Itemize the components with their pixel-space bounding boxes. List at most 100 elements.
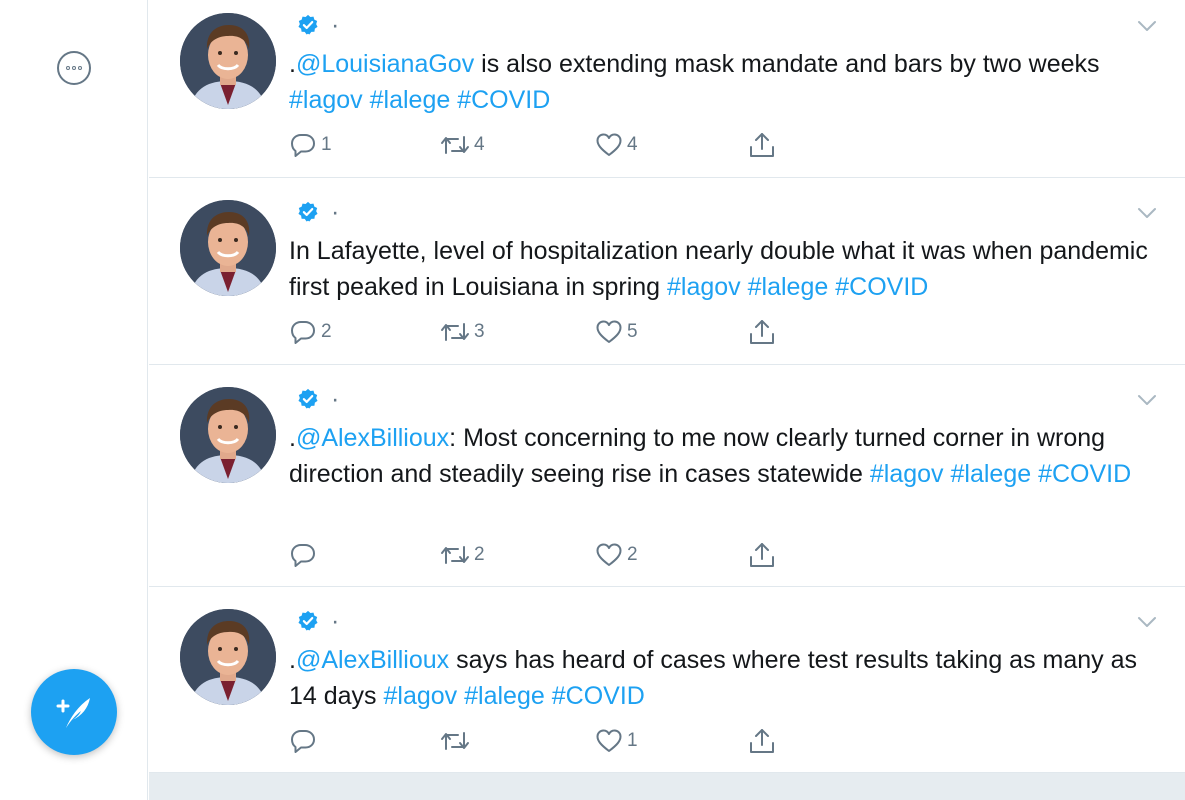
reply-button[interactable] <box>289 727 321 755</box>
retweet-icon <box>440 727 470 755</box>
timeline: · .@LouisianaGov is also extending mask m… <box>149 0 1185 800</box>
sidebar <box>0 0 148 800</box>
like-button[interactable]: 1 <box>595 727 638 755</box>
avatar-image <box>180 387 276 483</box>
tweet-text: .@LouisianaGov is also extending mask ma… <box>289 46 1159 118</box>
separator-dot: · <box>331 10 340 39</box>
tweet-text-segment: . <box>289 646 296 674</box>
tweet-actions: 1 4 4 <box>289 131 789 159</box>
tweet-header: · <box>289 197 343 227</box>
share-icon <box>748 131 776 159</box>
like-count: 1 <box>627 730 638 751</box>
reply-count: 1 <box>321 134 332 155</box>
hashtag-link[interactable]: #COVID <box>1038 460 1131 488</box>
tweet-text-segment: . <box>289 50 296 78</box>
avatar[interactable] <box>180 387 276 483</box>
retweet-button[interactable] <box>440 727 474 755</box>
reply-button[interactable]: 1 <box>289 131 332 159</box>
mention-link[interactable]: @AlexBillioux <box>296 424 449 452</box>
reply-button[interactable] <box>289 541 321 569</box>
retweet-button[interactable]: 3 <box>440 318 485 346</box>
chevron-down-icon[interactable] <box>1137 20 1157 32</box>
compose-tweet-button[interactable] <box>31 669 117 755</box>
retweet-button[interactable]: 2 <box>440 541 485 569</box>
separator-dot: · <box>331 606 340 635</box>
tweet-text-segment: . <box>289 424 296 452</box>
tweet-text: In Lafayette, level of hospitalization n… <box>289 233 1159 305</box>
hashtag-link[interactable]: #lalege <box>748 273 829 301</box>
hashtag-link[interactable]: #lalege <box>951 460 1032 488</box>
hashtag-link[interactable]: #lagov <box>870 460 944 488</box>
reply-icon <box>289 131 317 159</box>
share-button[interactable] <box>748 727 776 755</box>
tweet-text-segment <box>944 460 951 488</box>
verified-badge-icon <box>298 610 318 631</box>
separator-dot: · <box>331 384 340 413</box>
tweet[interactable]: · In Lafayette, level of hospitalization … <box>149 178 1185 365</box>
tweet-text: .@AlexBillioux: Most concerning to me no… <box>289 420 1159 492</box>
retweet-count: 4 <box>474 134 485 155</box>
tweet-actions: 2 3 5 <box>289 318 789 346</box>
tweet-text: .@AlexBillioux says has heard of cases w… <box>289 642 1159 714</box>
hashtag-link[interactable]: #lagov <box>667 273 741 301</box>
avatar[interactable] <box>180 13 276 109</box>
chevron-down-icon[interactable] <box>1137 616 1157 628</box>
hashtag-link[interactable]: #lagov <box>384 682 458 710</box>
tweet-actions: 1 <box>289 727 789 755</box>
avatar[interactable] <box>180 200 276 296</box>
like-count: 5 <box>627 321 638 342</box>
tweet-header: · <box>289 384 343 414</box>
hashtag-link[interactable]: #COVID <box>835 273 928 301</box>
verified-badge-icon <box>298 14 318 35</box>
heart-icon <box>595 131 623 159</box>
mention-link[interactable]: @LouisianaGov <box>296 50 474 78</box>
tweet[interactable]: · .@LouisianaGov is also extending mask m… <box>149 0 1185 178</box>
hashtag-link[interactable]: #lalege <box>464 682 545 710</box>
compose-tweet-icon <box>56 698 90 728</box>
tweet-header: · <box>289 606 343 636</box>
like-count: 4 <box>627 134 638 155</box>
reply-icon <box>289 541 317 569</box>
avatar-image <box>180 609 276 705</box>
tweet-header: · <box>289 10 343 40</box>
share-icon <box>748 318 776 346</box>
hashtag-link[interactable]: #lalege <box>370 86 451 114</box>
separator-dot: · <box>331 197 340 226</box>
hashtag-link[interactable]: #COVID <box>552 682 645 710</box>
retweet-icon <box>440 318 470 346</box>
more-icon[interactable] <box>57 51 91 85</box>
retweet-button[interactable]: 4 <box>440 131 485 159</box>
retweet-count: 2 <box>474 544 485 565</box>
share-button[interactable] <box>748 131 776 159</box>
like-button[interactable]: 2 <box>595 541 638 569</box>
avatar-image <box>180 13 276 109</box>
tweet-text-segment: is also extending mask mandate and bars … <box>474 50 1100 78</box>
heart-icon <box>595 541 623 569</box>
tweet[interactable]: · .@AlexBillioux says has heard of cases … <box>149 587 1185 773</box>
verified-badge-icon <box>298 388 318 409</box>
timeline-divider <box>149 773 1185 800</box>
mention-link[interactable]: @AlexBillioux <box>296 646 449 674</box>
share-icon <box>748 541 776 569</box>
reply-icon <box>289 318 317 346</box>
share-icon <box>748 727 776 755</box>
like-button[interactable]: 5 <box>595 318 638 346</box>
retweet-count: 3 <box>474 321 485 342</box>
hashtag-link[interactable]: #lagov <box>289 86 363 114</box>
tweet-text-segment <box>545 682 552 710</box>
tweet[interactable]: · .@AlexBillioux: Most concerning to me n… <box>149 365 1185 587</box>
retweet-icon <box>440 541 470 569</box>
like-button[interactable]: 4 <box>595 131 638 159</box>
retweet-icon <box>440 131 470 159</box>
tweet-text-segment <box>741 273 748 301</box>
reply-button[interactable]: 2 <box>289 318 332 346</box>
hashtag-link[interactable]: #COVID <box>457 86 550 114</box>
chevron-down-icon[interactable] <box>1137 394 1157 406</box>
tweet-text-segment <box>363 86 370 114</box>
avatar[interactable] <box>180 609 276 705</box>
share-button[interactable] <box>748 318 776 346</box>
share-button[interactable] <box>748 541 776 569</box>
like-count: 2 <box>627 544 638 565</box>
verified-badge-icon <box>298 201 318 222</box>
chevron-down-icon[interactable] <box>1137 207 1157 219</box>
